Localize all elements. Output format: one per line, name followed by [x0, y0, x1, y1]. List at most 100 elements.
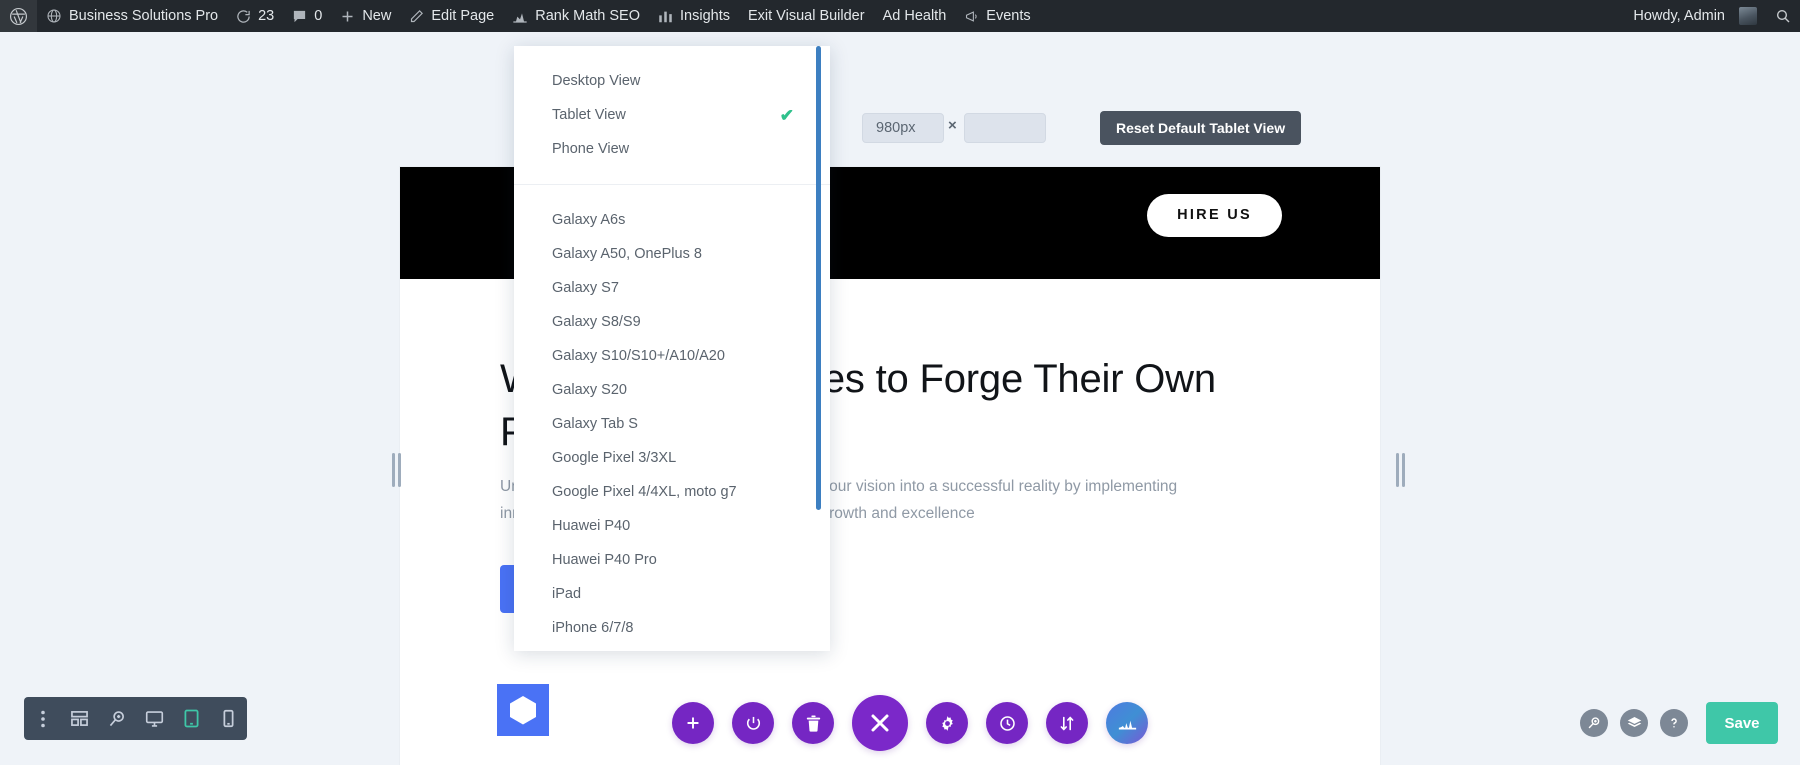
menu-item-phone-view[interactable]: Phone View	[514, 132, 830, 166]
adminbar-edit-page[interactable]: Edit Page	[400, 0, 503, 32]
menu-item-device[interactable]: Google Pixel 3/3XL	[514, 441, 830, 475]
menu-item-label: Galaxy S10/S10+/A10/A20	[552, 348, 725, 364]
exit-visual-builder-label: Exit Visual Builder	[747, 8, 865, 24]
canvas-resize-handle-left[interactable]	[388, 452, 404, 488]
device-preset-group: Galaxy A6s Galaxy A50, OnePlus 8 Galaxy …	[514, 185, 830, 651]
viewport-height-input[interactable]	[964, 113, 1046, 143]
history-button[interactable]	[986, 702, 1028, 744]
menu-item-label: Tablet View	[552, 107, 626, 123]
delete-button[interactable]	[792, 702, 834, 744]
ad-health-label: Ad Health	[882, 8, 947, 24]
settings-button[interactable]	[926, 702, 968, 744]
view-mode-group: Desktop View Tablet View ✔ Phone View	[514, 46, 830, 185]
adminbar-insights[interactable]: Insights	[649, 0, 739, 32]
size-separator: ×	[948, 117, 957, 134]
adminbar-updates[interactable]: 23	[227, 0, 283, 32]
layers-icon	[1627, 717, 1641, 728]
trash-icon	[806, 715, 820, 732]
adminbar-my-account[interactable]: Howdy, Admin	[1624, 0, 1766, 32]
handle-bar	[1401, 453, 1405, 487]
menu-item-desktop-view[interactable]: Desktop View	[514, 64, 830, 98]
hexagon-icon	[510, 696, 536, 725]
adminbar-search[interactable]	[1766, 0, 1800, 32]
menu-item-label: Galaxy Tab S	[552, 416, 638, 432]
menu-item-device[interactable]: Google Pixel 4/4XL, moto g7	[514, 475, 830, 509]
dropdown-scrollbar[interactable]	[816, 46, 821, 510]
desktop-icon[interactable]	[137, 697, 171, 740]
menu-item-label: Google Pixel 4/4XL, moto g7	[552, 484, 737, 500]
adminbar-exit-visual-builder[interactable]: Exit Visual Builder	[739, 0, 874, 32]
viewport-width-value: 980px	[876, 120, 916, 136]
menu-item-device[interactable]: Huawei P40 Pro	[514, 543, 830, 577]
zoom-search-icon[interactable]	[100, 697, 134, 740]
avatar	[1739, 7, 1757, 25]
viewport-size-row: 980px × Reset Default Tablet View	[0, 111, 1800, 159]
plus-icon	[340, 9, 355, 24]
help-button[interactable]	[1660, 709, 1688, 737]
menu-item-device[interactable]: iPhone 6/7/8	[514, 611, 830, 645]
pencil-icon	[409, 9, 424, 24]
adminbar-events[interactable]: Events	[955, 0, 1039, 32]
reset-default-tablet-view-button[interactable]: Reset Default Tablet View	[1100, 111, 1302, 145]
adminbar-rank-math-seo[interactable]: Rank Math SEO	[503, 0, 649, 32]
menu-item-device[interactable]: Huawei P40	[514, 509, 830, 543]
builder-right-controls: Save	[1580, 702, 1778, 744]
menu-item-device[interactable]: iPad	[514, 577, 830, 611]
menu-item-tablet-view[interactable]: Tablet View ✔	[514, 98, 830, 132]
portability-button[interactable]	[1046, 702, 1088, 744]
menu-item-device[interactable]: Galaxy S7	[514, 271, 830, 305]
builder-action-bar	[672, 695, 1148, 751]
element-type-badge[interactable]	[497, 684, 549, 736]
adminbar-wordpress-logo[interactable]	[0, 0, 37, 32]
events-label: Events	[986, 8, 1031, 24]
layout-grid-icon[interactable]	[63, 697, 97, 740]
stats-button[interactable]	[1106, 702, 1148, 744]
wireframe-toggle-button[interactable]	[732, 702, 774, 744]
menu-item-label: Google Pixel 3/3XL	[552, 450, 677, 466]
zoom-search-icon	[1588, 717, 1600, 729]
stats-chart-icon	[1118, 720, 1136, 730]
menu-item-device[interactable]: Galaxy S8/S9	[514, 305, 830, 339]
adminbar-comments[interactable]: 0	[283, 0, 331, 32]
menu-item-device[interactable]: Galaxy A6s	[514, 203, 830, 237]
help-icon	[1671, 718, 1677, 728]
more-options-icon[interactable]	[26, 697, 60, 740]
add-icon	[687, 717, 699, 729]
phone-icon[interactable]	[211, 697, 245, 740]
tablet-icon[interactable]	[174, 697, 208, 740]
menu-item-device[interactable]: Galaxy Tab S	[514, 407, 830, 441]
history-clock-icon	[999, 715, 1015, 731]
updates-count: 23	[258, 8, 275, 24]
reorder-arrows-icon	[1060, 716, 1074, 730]
viewport-width-input[interactable]: 980px	[862, 113, 944, 143]
menu-item-label: Galaxy S20	[552, 382, 627, 398]
menu-item-device[interactable]: Galaxy S20	[514, 373, 830, 407]
bar-chart-icon	[658, 9, 673, 23]
settings-gear-icon	[941, 715, 953, 731]
handle-bar	[391, 453, 395, 487]
handle-bar	[1395, 453, 1399, 487]
howdy-label: Howdy, Admin	[1633, 8, 1725, 24]
menu-item-label: Galaxy A50, OnePlus 8	[552, 246, 702, 262]
menu-item-label: Galaxy S7	[552, 280, 619, 296]
menu-item-device[interactable]: Galaxy A50, OnePlus 8	[514, 237, 830, 271]
hire-us-button[interactable]: HIRE US	[1147, 194, 1282, 237]
zoom-search-icon-button[interactable]	[1580, 709, 1608, 737]
menu-item-label: iPhone 6/7/8	[552, 620, 634, 636]
search-icon	[1775, 8, 1791, 24]
insights-label: Insights	[680, 8, 730, 24]
add-section-button[interactable]	[672, 702, 714, 744]
save-button[interactable]: Save	[1706, 702, 1778, 744]
canvas-resize-handle-right[interactable]	[1392, 452, 1408, 488]
menu-item-label: iPad	[552, 586, 582, 602]
comments-count: 0	[314, 8, 323, 24]
menu-item-label: Galaxy S8/S9	[552, 314, 641, 330]
close-builder-button[interactable]	[852, 695, 908, 751]
site-icon	[46, 8, 62, 24]
rankmath-icon	[512, 9, 528, 23]
adminbar-site-name[interactable]: Business Solutions Pro	[37, 0, 227, 32]
adminbar-ad-health[interactable]: Ad Health	[874, 0, 956, 32]
menu-item-device[interactable]: Galaxy S10/S10+/A10/A20	[514, 339, 830, 373]
layers-button[interactable]	[1620, 709, 1648, 737]
adminbar-new[interactable]: New	[331, 0, 400, 32]
